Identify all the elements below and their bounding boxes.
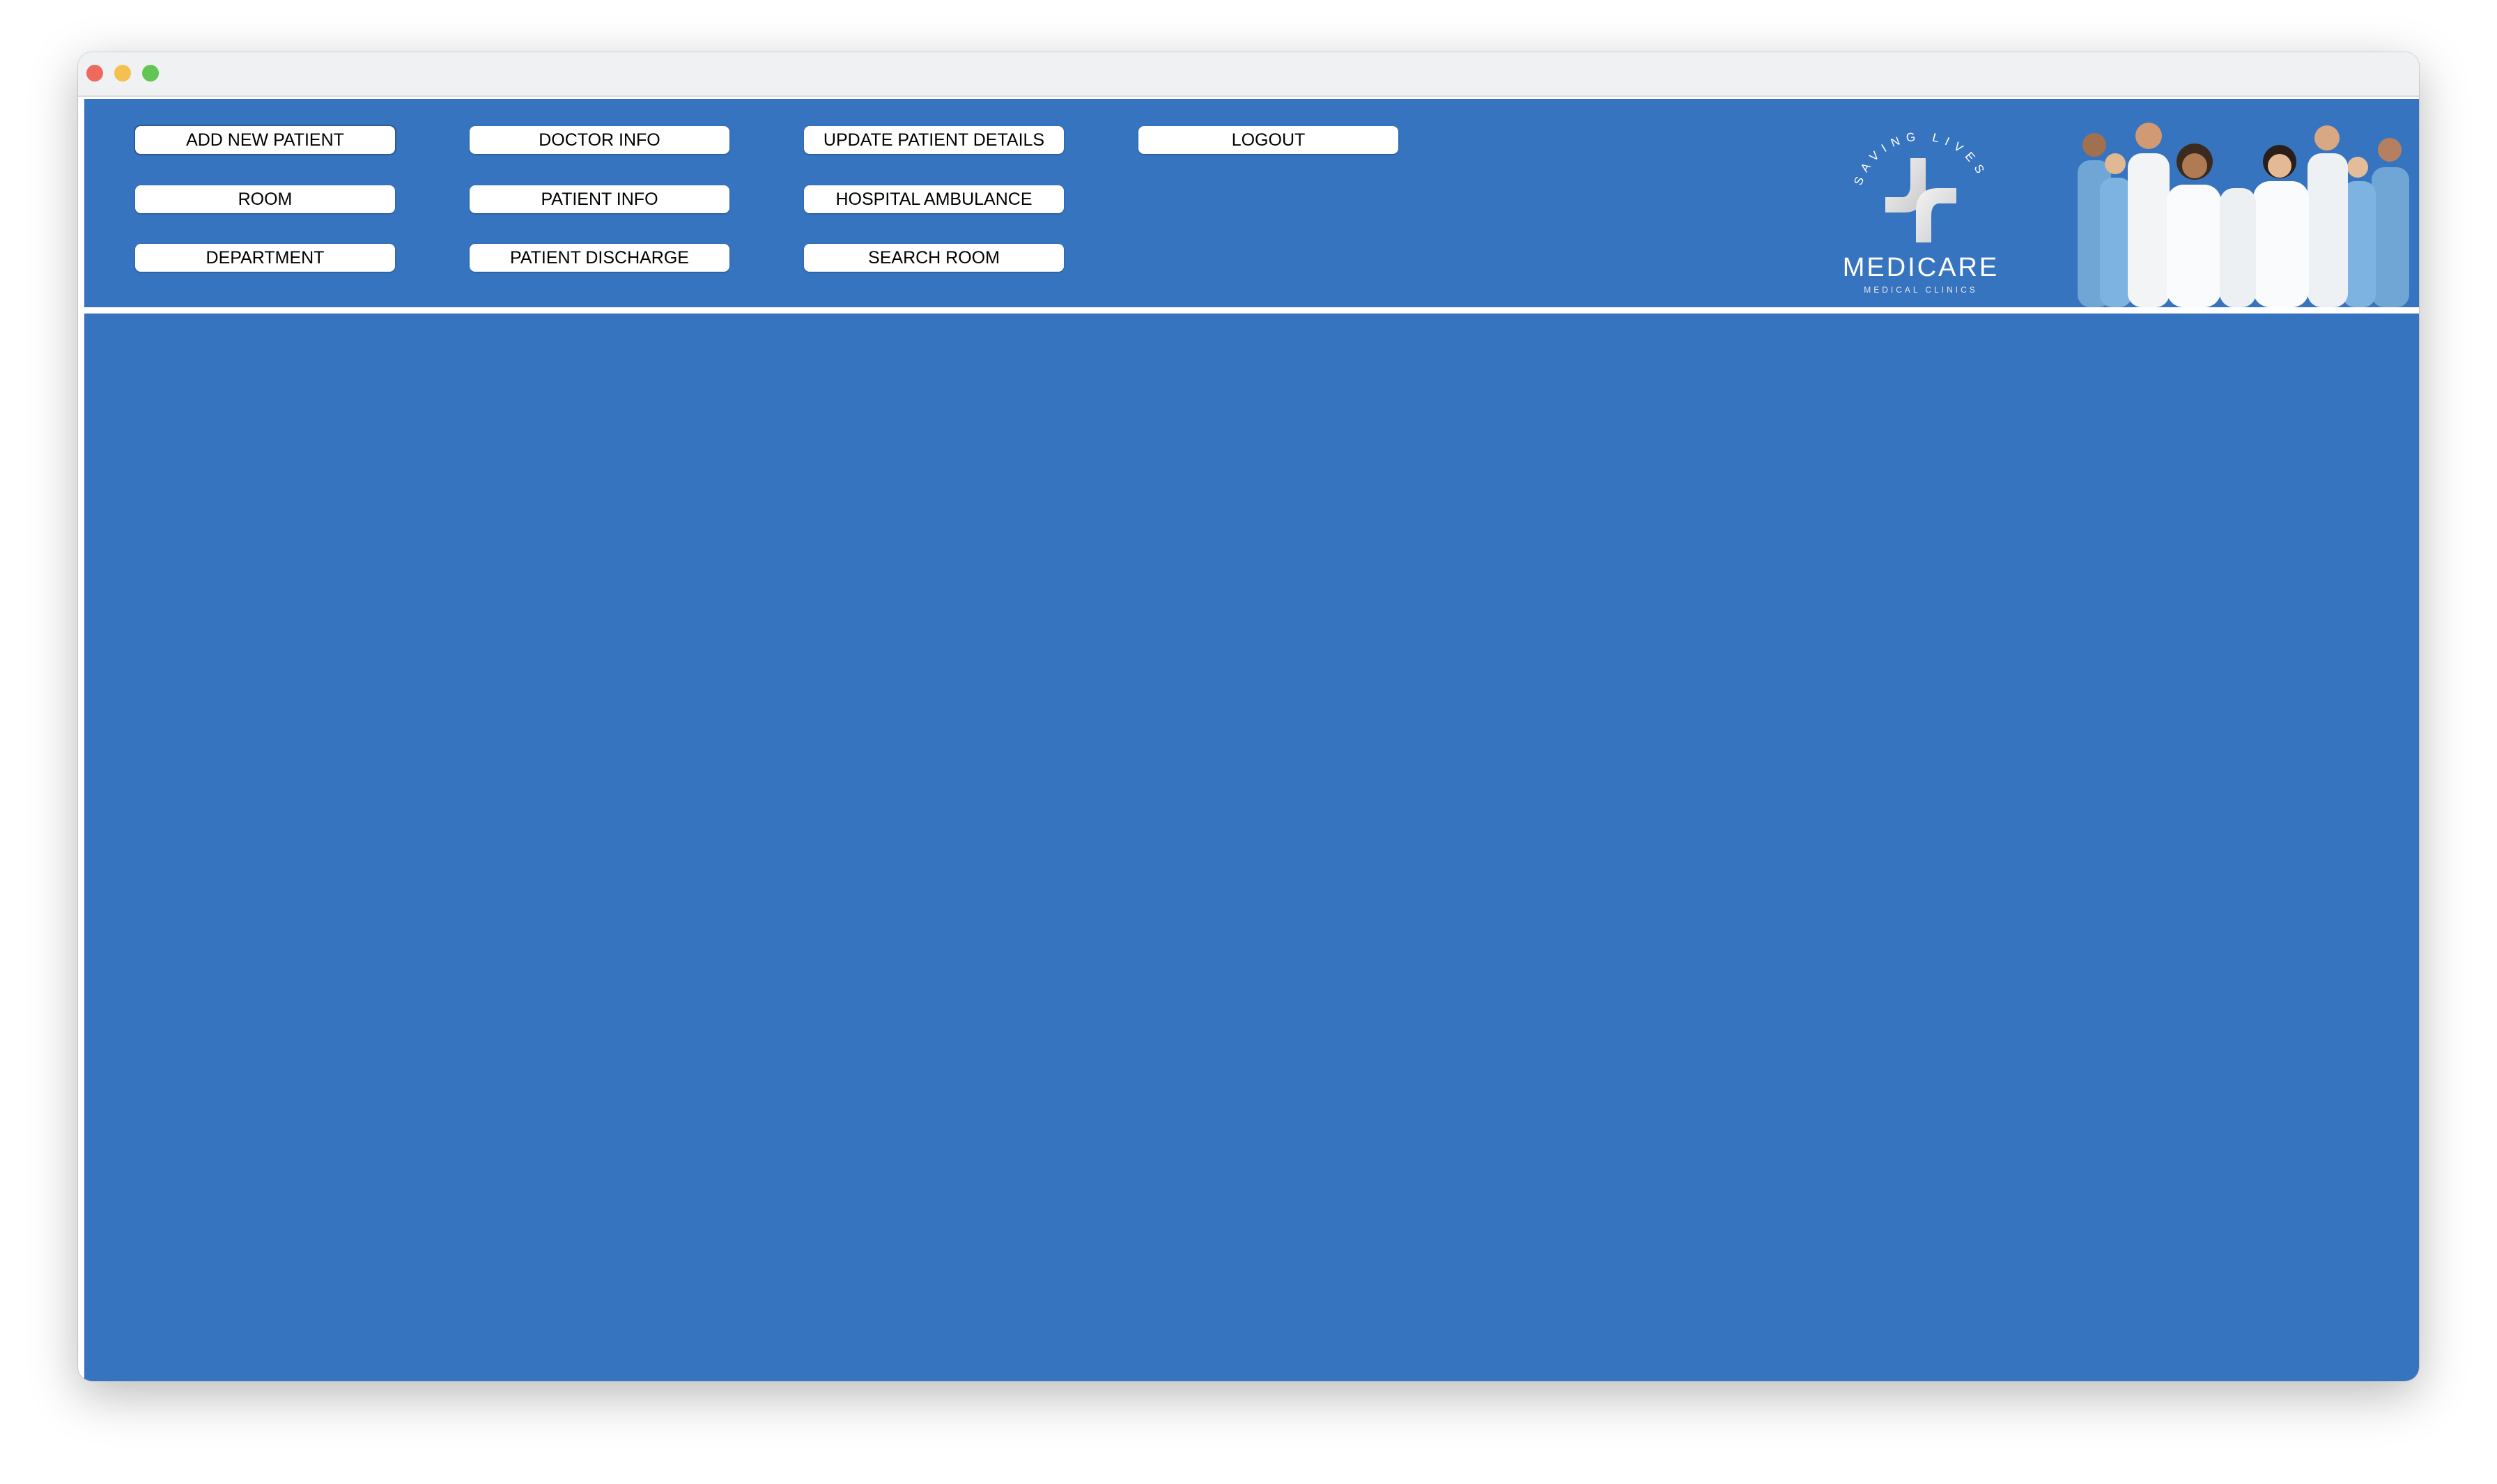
- search-room-button[interactable]: SEARCH ROOM: [804, 244, 1064, 272]
- app-window: ADD NEW PATIENT DOCTOR INFO UPDATE PATIE…: [78, 52, 2419, 1381]
- update-patient-details-button[interactable]: UPDATE PATIENT DETAILS: [804, 126, 1064, 154]
- patient-info-button[interactable]: PATIENT INFO: [470, 185, 729, 213]
- department-button[interactable]: DEPARTMENT: [135, 244, 395, 272]
- medical-cross-icon: SAVING LIVES: [1851, 130, 1984, 242]
- medical-staff-image: [2078, 123, 2409, 307]
- minimize-button[interactable]: [114, 65, 131, 82]
- close-button[interactable]: [86, 65, 103, 82]
- logo-name: MEDICARE: [1842, 253, 2000, 282]
- title-bar: [78, 52, 2419, 97]
- main-content-area: [84, 314, 2419, 1381]
- header-panel: ADD NEW PATIENT DOCTOR INFO UPDATE PATIE…: [84, 99, 2419, 307]
- logo-subtitle: MEDICAL CLINICS: [1864, 285, 1978, 295]
- logout-button[interactable]: LOGOUT: [1138, 126, 1398, 154]
- room-button[interactable]: ROOM: [135, 185, 395, 213]
- add-new-patient-button[interactable]: ADD NEW PATIENT: [135, 126, 395, 154]
- hospital-ambulance-button[interactable]: HOSPITAL AMBULANCE: [804, 185, 1064, 213]
- patient-discharge-button[interactable]: PATIENT DISCHARGE: [470, 244, 729, 272]
- doctor-info-button[interactable]: DOCTOR INFO: [470, 126, 729, 154]
- staff-figure: [2078, 123, 2409, 307]
- zoom-button[interactable]: [142, 65, 159, 82]
